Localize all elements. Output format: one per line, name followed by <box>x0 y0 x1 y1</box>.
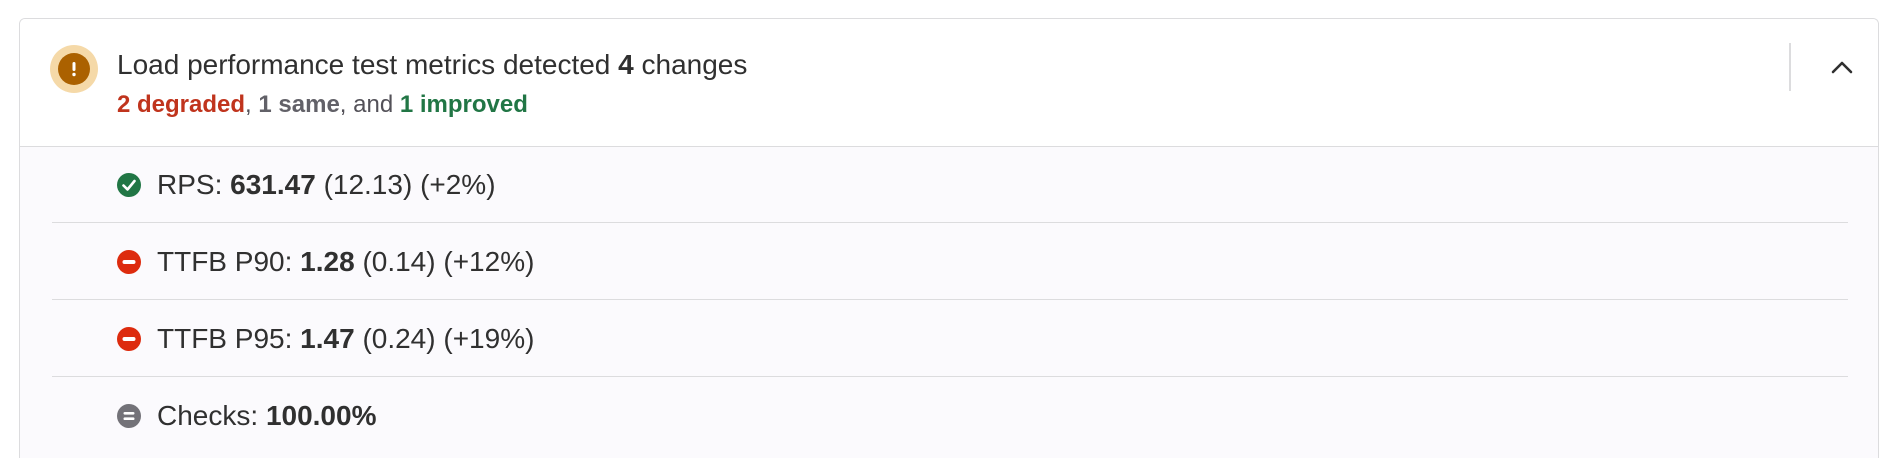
metric-percent: (+12%) <box>443 246 535 277</box>
list-item: RPS: 631.47 (12.13) (+2%) <box>52 147 1848 223</box>
change-count: 4 <box>618 49 634 80</box>
warning-icon <box>50 45 98 93</box>
header-divider <box>1789 43 1791 91</box>
improved-count: 1 improved <box>399 91 528 118</box>
metric-text: TTFB P90: 1.28 (0.14) (+12%) <box>157 243 534 281</box>
chevron-up-icon <box>1831 61 1853 74</box>
minus-circle-icon <box>117 250 141 274</box>
metric-percent: (+19%) <box>443 323 535 354</box>
performance-metrics-widget: Load performance test metrics detected 4… <box>19 18 1879 458</box>
list-item: Checks: 100.00% <box>52 378 1848 454</box>
metric-text: Checks: 100.00% <box>157 397 376 435</box>
check-circle-icon <box>117 173 141 197</box>
degraded-count: 2 degraded <box>117 91 246 118</box>
title-prefix: Load performance test metrics detected <box>117 49 611 80</box>
metric-value: 1.28 <box>300 246 355 277</box>
metric-text: RPS: 631.47 (12.13) (+2%) <box>157 166 496 204</box>
collapse-button[interactable] <box>1820 45 1864 89</box>
metric-value: 100.00% <box>265 400 377 431</box>
same-count: 1 same <box>258 91 340 118</box>
metric-value: 1.47 <box>300 323 355 354</box>
widget-title: Load performance test metrics detected 4… <box>117 47 747 83</box>
metric-label: RPS: <box>157 169 223 200</box>
summary-separator: , and <box>339 91 400 118</box>
equal-circle-icon <box>117 404 141 428</box>
metric-delta: (0.24) <box>362 323 436 354</box>
metric-delta: (12.13) <box>323 169 413 200</box>
metric-label: Checks: <box>157 400 259 431</box>
title-suffix: changes <box>641 49 748 80</box>
summary-separator: , <box>245 91 259 118</box>
minus-circle-icon <box>117 327 141 351</box>
metric-percent: (+2%) <box>420 169 496 200</box>
list-item: TTFB P95: 1.47 (0.24) (+19%) <box>52 301 1848 377</box>
metrics-list: RPS: 631.47 (12.13) (+2%) TTFB P90: 1.28… <box>20 147 1878 458</box>
metric-label: TTFB P90: <box>157 246 293 277</box>
metric-delta: (0.14) <box>362 246 436 277</box>
metric-label: TTFB P95: <box>157 323 293 354</box>
list-item: TTFB P90: 1.28 (0.14) (+12%) <box>52 224 1848 300</box>
metric-text: TTFB P95: 1.47 (0.24) (+19%) <box>157 320 534 358</box>
widget-summary: 2 degraded, 1 same, and 1 improved <box>117 89 528 121</box>
metric-value: 631.47 <box>230 169 316 200</box>
widget-header: Load performance test metrics detected 4… <box>20 19 1878 147</box>
